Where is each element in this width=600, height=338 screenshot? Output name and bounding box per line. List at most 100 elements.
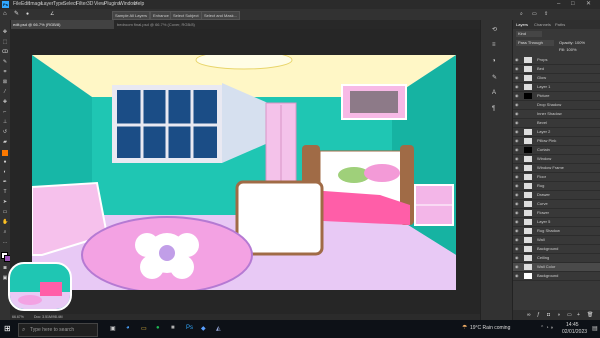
brush-tool-icon[interactable]: ⌐ xyxy=(2,110,8,115)
search-icon[interactable]: ⌕ xyxy=(520,9,523,20)
clock-time[interactable]: 14:45 xyxy=(566,322,579,328)
layer-row[interactable]: ◉ Picture xyxy=(513,92,600,101)
blur-tool-icon[interactable]: ● xyxy=(2,160,8,165)
mask-icon[interactable]: ◘ xyxy=(547,312,550,318)
visibility-eye-icon[interactable]: ◉ xyxy=(515,236,519,244)
blend-mode-select[interactable]: Pass Through xyxy=(516,40,554,46)
visibility-eye-icon[interactable]: ◉ xyxy=(515,146,519,154)
layer-row[interactable]: ◉ Background xyxy=(513,245,600,254)
edge-browser-icon[interactable]: ◕ xyxy=(126,325,130,331)
character-panel-icon[interactable]: A xyxy=(492,90,496,96)
tray-icons[interactable]: ⌃ ◔ ◑ xyxy=(540,325,553,331)
layer-row[interactable]: ◉ Layer 5 xyxy=(513,218,600,227)
spotify-icon[interactable]: ● xyxy=(156,325,160,331)
history-brush-tool-icon[interactable]: ↺ xyxy=(2,130,8,135)
properties-panel-icon[interactable]: ≡ xyxy=(492,42,496,48)
layer-row[interactable]: ◉ Bed xyxy=(513,65,600,74)
visibility-eye-icon[interactable]: ◉ xyxy=(515,164,519,172)
brush-size-icon[interactable]: ● xyxy=(26,9,29,20)
visibility-eye-icon[interactable]: ◉ xyxy=(515,245,519,253)
folder-icon[interactable]: ▭ xyxy=(567,312,572,318)
layer-row[interactable]: ◉ Layer 1 xyxy=(513,83,600,92)
visibility-eye-icon[interactable]: ◉ xyxy=(515,254,519,262)
layer-row[interactable]: ◉ Curve xyxy=(513,200,600,209)
photoshop-logo-icon[interactable]: Ps xyxy=(2,1,9,8)
layer-row[interactable]: ◉ Inner Shadow xyxy=(513,110,600,119)
visibility-eye-icon[interactable]: ◉ xyxy=(515,209,519,217)
dodge-tool-icon[interactable]: ◐ xyxy=(2,170,8,175)
file-explorer-icon[interactable]: ▭ xyxy=(141,325,147,332)
home-icon[interactable]: ⌂ xyxy=(3,9,7,20)
layer-row[interactable]: ◉ Bevel xyxy=(513,119,600,128)
quick-mask-icon[interactable]: ◙ xyxy=(2,266,8,271)
visibility-eye-icon[interactable]: ◉ xyxy=(515,218,519,226)
menu-file[interactable]: File xyxy=(13,0,21,9)
visibility-eye-icon[interactable]: ◉ xyxy=(515,56,519,64)
app-icon[interactable]: ◭ xyxy=(216,325,221,332)
opacity-field[interactable]: Opacity: 100% xyxy=(559,40,585,45)
visibility-eye-icon[interactable]: ◉ xyxy=(515,191,519,199)
visibility-eye-icon[interactable]: ◉ xyxy=(515,110,519,118)
menu-3d[interactable]: 3D xyxy=(87,0,93,9)
windows-start-icon[interactable]: ⊞ xyxy=(4,324,11,333)
visibility-eye-icon[interactable]: ◉ xyxy=(515,272,519,280)
layer-row[interactable]: ◉ Background xyxy=(513,272,600,281)
layer-row[interactable]: ◉ Window Frame xyxy=(513,164,600,173)
hand-tool-icon[interactable]: ✋ xyxy=(2,220,8,225)
workspace-icon[interactable]: ▭ xyxy=(532,9,537,20)
eyedropper-tool-icon[interactable]: ⁄ xyxy=(2,90,8,95)
visibility-eye-icon[interactable]: ◉ xyxy=(515,263,519,271)
adjust-icon[interactable]: ◑ xyxy=(557,312,560,318)
layer-row[interactable]: ◉ Ceiling xyxy=(513,254,600,263)
fx-icon[interactable]: ƒ xyxy=(537,312,540,318)
share-icon[interactable]: ⇪ xyxy=(544,9,548,20)
link-icon[interactable]: ∞ xyxy=(527,312,531,318)
layer-row[interactable]: ◉ Curtain xyxy=(513,146,600,155)
fill-field[interactable]: Fill: 100% xyxy=(559,47,577,52)
trash-icon[interactable]: 🗑 xyxy=(587,312,593,318)
new-layer-icon[interactable]: + xyxy=(577,312,580,318)
layer-row[interactable]: ◉ Layer 2 xyxy=(513,128,600,137)
layer-row[interactable]: ◉ Flower xyxy=(513,209,600,218)
clock-date[interactable]: 02/01/2023 xyxy=(562,329,587,335)
tab-channels[interactable]: Channels xyxy=(534,20,551,29)
visibility-eye-icon[interactable]: ◉ xyxy=(515,200,519,208)
pen-tool-icon[interactable]: ✒ xyxy=(2,180,8,185)
notifications-icon[interactable]: ▤ xyxy=(592,325,598,332)
paragraph-panel-icon[interactable]: ¶ xyxy=(492,106,495,112)
weather-text[interactable]: 19°C Rain coming xyxy=(470,325,510,331)
task-view-icon[interactable]: ▣ xyxy=(110,325,116,332)
quick-select-tool-icon[interactable]: ✎ xyxy=(14,9,19,20)
layer-row[interactable]: ◉ Drop Shadow xyxy=(513,101,600,110)
close-icon[interactable]: ✕ xyxy=(586,0,591,9)
visibility-eye-icon[interactable]: ◉ xyxy=(515,128,519,136)
taskbar-search[interactable]: ⌕ Type here to search xyxy=(18,323,98,337)
frame-tool-icon[interactable]: ⊠ xyxy=(2,80,8,85)
layer-row[interactable]: ◉ Floor xyxy=(513,173,600,182)
eraser-tool-icon[interactable]: ▰ xyxy=(2,140,8,145)
layer-row[interactable]: ◉ Window xyxy=(513,155,600,164)
layer-row[interactable]: ◉ Pillow Pink xyxy=(513,137,600,146)
menu-help[interactable]: Help xyxy=(134,0,144,9)
angle-icon[interactable]: ∠ xyxy=(50,9,54,20)
photoshop-taskbar-icon[interactable]: Ps xyxy=(186,325,193,331)
visibility-eye-icon[interactable]: ◉ xyxy=(515,227,519,235)
visibility-eye-icon[interactable]: ◉ xyxy=(515,92,519,100)
layer-row-selected[interactable]: ◉ Wall Color xyxy=(513,263,600,272)
visibility-eye-icon[interactable]: ◉ xyxy=(515,83,519,91)
menu-layer[interactable]: Layer xyxy=(41,0,54,9)
artwork-canvas[interactable] xyxy=(32,55,456,290)
zoom-tool-icon[interactable]: ⌕ xyxy=(2,230,8,235)
maximize-icon[interactable]: □ xyxy=(571,0,575,9)
history-panel-icon[interactable]: ⟲ xyxy=(492,26,497,33)
app-icon[interactable]: ■ xyxy=(171,325,175,331)
clone-stamp-tool-icon[interactable]: ⊥ xyxy=(2,120,8,125)
visibility-eye-icon[interactable]: ◉ xyxy=(515,155,519,163)
navigator-thumbnail[interactable] xyxy=(8,262,72,311)
brush-panel-icon[interactable]: ✎ xyxy=(492,74,497,81)
select-subject-button[interactable]: Select Subject xyxy=(170,11,202,20)
sample-all-layers-checkbox[interactable]: Sample All Layers xyxy=(112,11,151,20)
type-tool-icon[interactable]: T xyxy=(2,190,8,195)
tab-layers[interactable]: Layers xyxy=(516,20,528,29)
visibility-eye-icon[interactable]: ◉ xyxy=(515,137,519,145)
